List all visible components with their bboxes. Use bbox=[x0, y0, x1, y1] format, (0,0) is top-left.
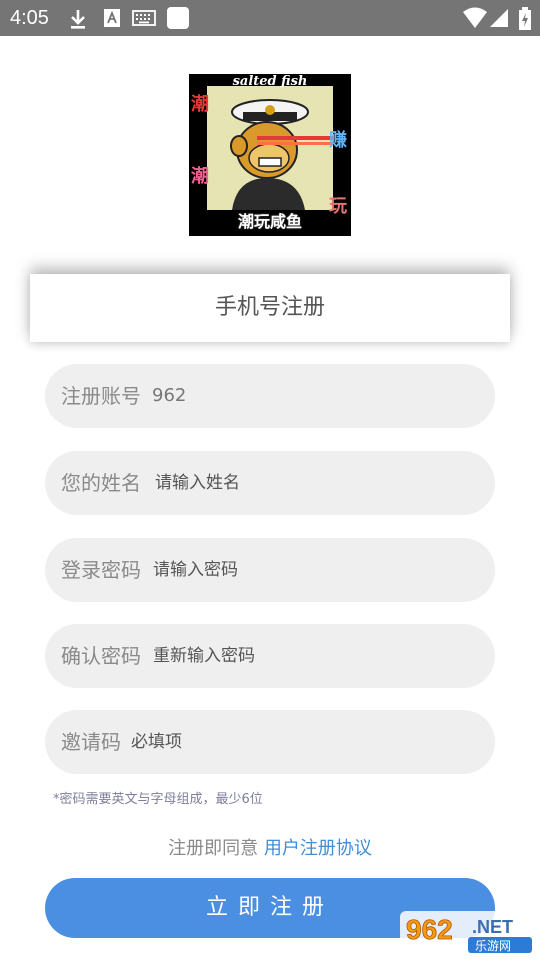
watermark-logo: 962 .NET 乐游网 bbox=[400, 911, 535, 955]
logo-side-char: 潮 bbox=[191, 166, 209, 187]
wifi-icon bbox=[463, 7, 487, 28]
name-field[interactable]: 您的姓名 请输入姓名 bbox=[45, 451, 495, 515]
confirm-password-label: 确认密码 bbox=[61, 644, 141, 668]
password-field[interactable]: 登录密码 请输入密码 bbox=[45, 538, 495, 602]
app-icon bbox=[167, 7, 189, 29]
password-input[interactable]: 请输入密码 bbox=[153, 538, 238, 602]
logo-side-char: 潮 bbox=[191, 94, 209, 115]
account-field[interactable]: 注册账号 962 bbox=[45, 364, 495, 428]
download-icon bbox=[71, 10, 85, 29]
invite-code-input[interactable]: 必填项 bbox=[131, 710, 182, 774]
app-logo: salted fish 潮玩咸鱼 潮 潮 赚 玩 bbox=[189, 74, 351, 236]
font-icon bbox=[104, 9, 120, 27]
page-title: 手机号注册 bbox=[214, 295, 325, 320]
name-label: 您的姓名 bbox=[61, 471, 141, 495]
battery-charging-icon bbox=[519, 7, 531, 30]
invite-code-field[interactable]: 邀请码 必填项 bbox=[45, 710, 495, 774]
invite-code-label: 邀请码 bbox=[61, 730, 121, 754]
agreement-prefix: 注册即同意 bbox=[168, 838, 259, 859]
logo-top-text: salted fish bbox=[232, 74, 308, 89]
status-time: 4:05 bbox=[10, 7, 49, 29]
ape-sailor-illustration bbox=[207, 86, 333, 210]
watermark-site: 乐游网 bbox=[475, 939, 511, 953]
signal-icon bbox=[490, 9, 508, 27]
account-input[interactable]: 962 bbox=[152, 364, 186, 428]
password-hint: *密码需要英文与字母组成，最少6位 bbox=[53, 792, 263, 807]
logo-bottom-text: 潮玩咸鱼 bbox=[237, 212, 302, 231]
confirm-password-field[interactable]: 确认密码 重新输入密码 bbox=[45, 624, 495, 688]
watermark-brand: 962 bbox=[406, 914, 453, 945]
account-label: 注册账号 bbox=[61, 384, 141, 408]
agreement-line: 注册即同意 用户注册协议 bbox=[0, 834, 540, 860]
name-input[interactable]: 请输入姓名 bbox=[155, 451, 240, 515]
status-bar: 4:05 bbox=[0, 0, 540, 36]
logo-side-char: 玩 bbox=[329, 196, 347, 217]
header-card: 手机号注册 bbox=[30, 274, 510, 342]
confirm-password-input[interactable]: 重新输入密码 bbox=[153, 624, 255, 688]
password-label: 登录密码 bbox=[61, 558, 141, 582]
user-agreement-link[interactable]: 用户注册协议 bbox=[264, 838, 372, 859]
watermark-suffix: .NET bbox=[472, 917, 513, 937]
logo-side-char: 赚 bbox=[329, 130, 347, 151]
keyboard-icon bbox=[132, 10, 156, 26]
